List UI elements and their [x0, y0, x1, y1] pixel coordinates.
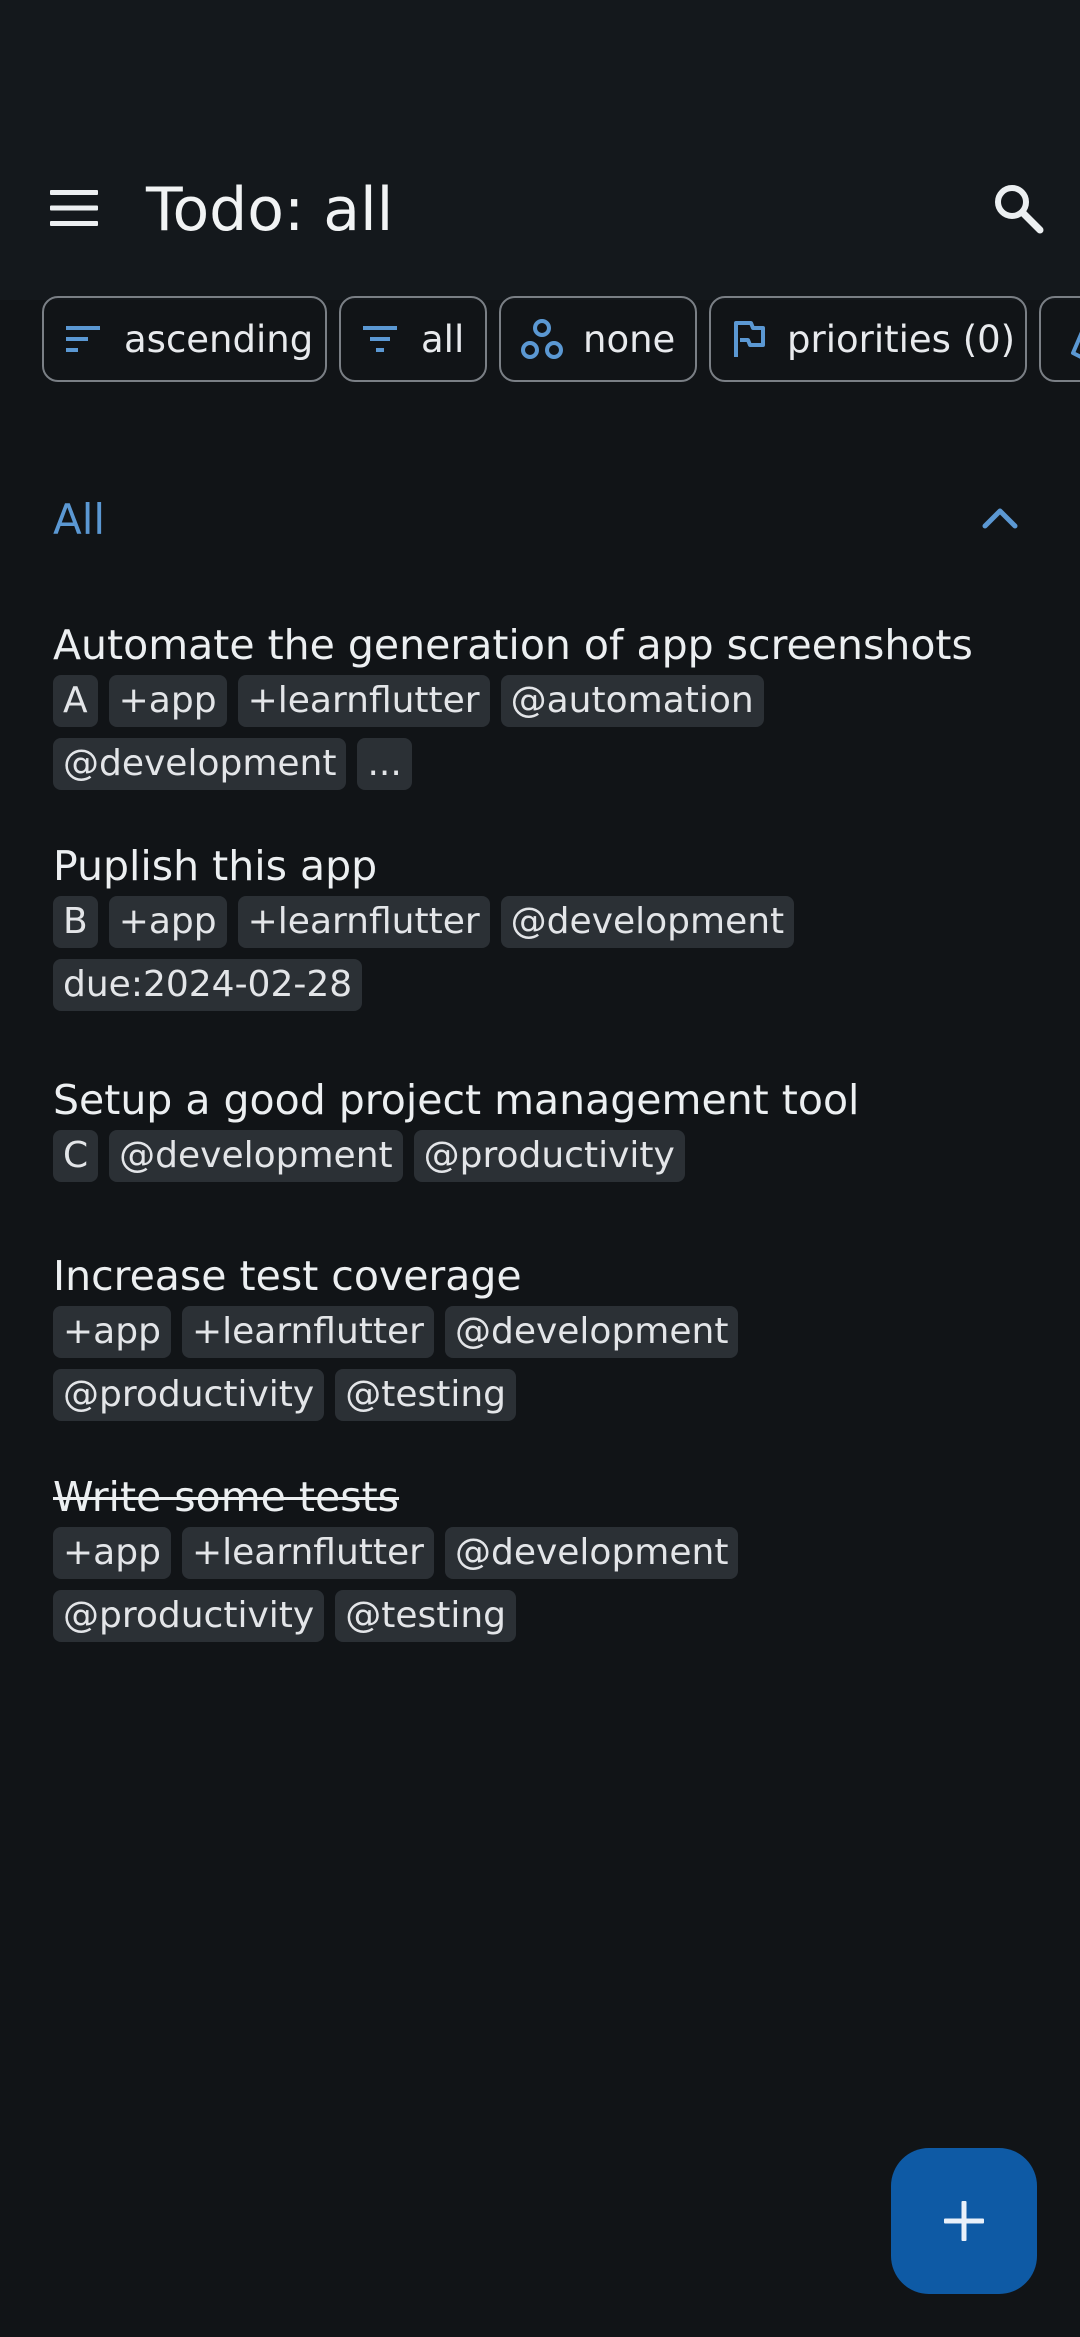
- todo-item[interactable]: Setup a good project management tool C @…: [53, 1072, 1043, 1193]
- priority-tag: A: [53, 675, 98, 727]
- project-tag: +learnflutter: [237, 896, 490, 948]
- priorities-chip[interactable]: priorities (0): [709, 296, 1027, 382]
- section-header[interactable]: All: [0, 480, 1080, 560]
- project-tag: +app: [53, 1527, 171, 1579]
- section-title: All: [53, 495, 106, 544]
- priority-tag: B: [53, 896, 98, 948]
- todo-title: Puplish this app: [53, 842, 378, 890]
- context-tag: @productivity: [53, 1590, 325, 1642]
- app-bar: Todo: all: [0, 0, 1080, 300]
- project-tag: +learnflutter: [237, 675, 490, 727]
- collapse-button[interactable]: [970, 488, 1030, 548]
- more-filter-chip[interactable]: [1039, 296, 1080, 382]
- project-tag: +app: [108, 896, 227, 948]
- context-tag: @development: [444, 1527, 739, 1579]
- todo-title: Increase test coverage: [53, 1252, 522, 1300]
- chevron-up-icon: [982, 508, 1018, 529]
- due-date-tag: due:2024-02-28: [53, 959, 363, 1011]
- project-tag: +learnflutter: [181, 1306, 434, 1358]
- filter-icon: [361, 317, 401, 361]
- todo-item-completed[interactable]: Write some tests +app +learnflutter @dev…: [53, 1469, 1043, 1653]
- todo-item[interactable]: Automate the generation of app screensho…: [53, 617, 1043, 801]
- search-icon: [995, 185, 1044, 234]
- context-tag: @development: [109, 1130, 403, 1182]
- hamburger-menu-icon: [50, 190, 98, 226]
- group-icon: [521, 317, 563, 361]
- context-tag: @testing: [335, 1590, 517, 1642]
- todo-title: Setup a good project management tool: [53, 1076, 860, 1124]
- priority-tag: C: [53, 1130, 99, 1182]
- context-tag: @productivity: [413, 1130, 685, 1182]
- tag-list: +app +learnflutter @development @product…: [53, 1306, 1013, 1432]
- todo-item[interactable]: Increase test coverage +app +learnflutte…: [53, 1248, 1043, 1432]
- tag-list: +app +learnflutter @development @product…: [53, 1527, 1013, 1653]
- group-by-label: none: [583, 317, 676, 361]
- todo-item[interactable]: Puplish this app B +app +learnflutter @d…: [53, 838, 1043, 1022]
- todo-title: Write some tests: [53, 1473, 400, 1521]
- context-tag: @development: [444, 1306, 739, 1358]
- search-button[interactable]: [970, 160, 1066, 256]
- sort-order-chip[interactable]: ascending: [42, 296, 327, 382]
- tag-icon: [1061, 317, 1080, 361]
- page-title: Todo: all: [146, 175, 394, 245]
- context-tag: @automation: [500, 675, 764, 727]
- context-tag: @productivity: [53, 1369, 325, 1421]
- tag-list: B +app +learnflutter @development due:20…: [53, 896, 1013, 1022]
- filter-label: all: [421, 317, 465, 361]
- menu-button[interactable]: [28, 162, 120, 254]
- context-tag: @development: [53, 738, 347, 790]
- project-tag: +app: [108, 675, 227, 727]
- tag-list: A +app +learnflutter @automation @develo…: [53, 675, 1013, 801]
- flag-icon: [731, 317, 767, 361]
- project-tag: +app: [53, 1306, 171, 1358]
- priorities-label: priorities (0): [787, 317, 1016, 361]
- more-tags: ...: [357, 738, 412, 790]
- project-tag: +learnflutter: [181, 1527, 434, 1579]
- group-by-chip[interactable]: none: [499, 296, 697, 382]
- sort-order-label: ascending: [124, 317, 314, 361]
- todo-title: Automate the generation of app screensho…: [53, 621, 973, 669]
- tag-list: C @development @productivity: [53, 1130, 1013, 1193]
- context-tag: @testing: [335, 1369, 517, 1421]
- sort-icon: [64, 317, 104, 361]
- filter-chip-row: ascending all none priorities (0): [0, 296, 1080, 386]
- filter-chip[interactable]: all: [339, 296, 487, 382]
- context-tag: @development: [500, 896, 795, 948]
- add-todo-button[interactable]: [891, 2148, 1037, 2294]
- plus-icon: [944, 2201, 984, 2241]
